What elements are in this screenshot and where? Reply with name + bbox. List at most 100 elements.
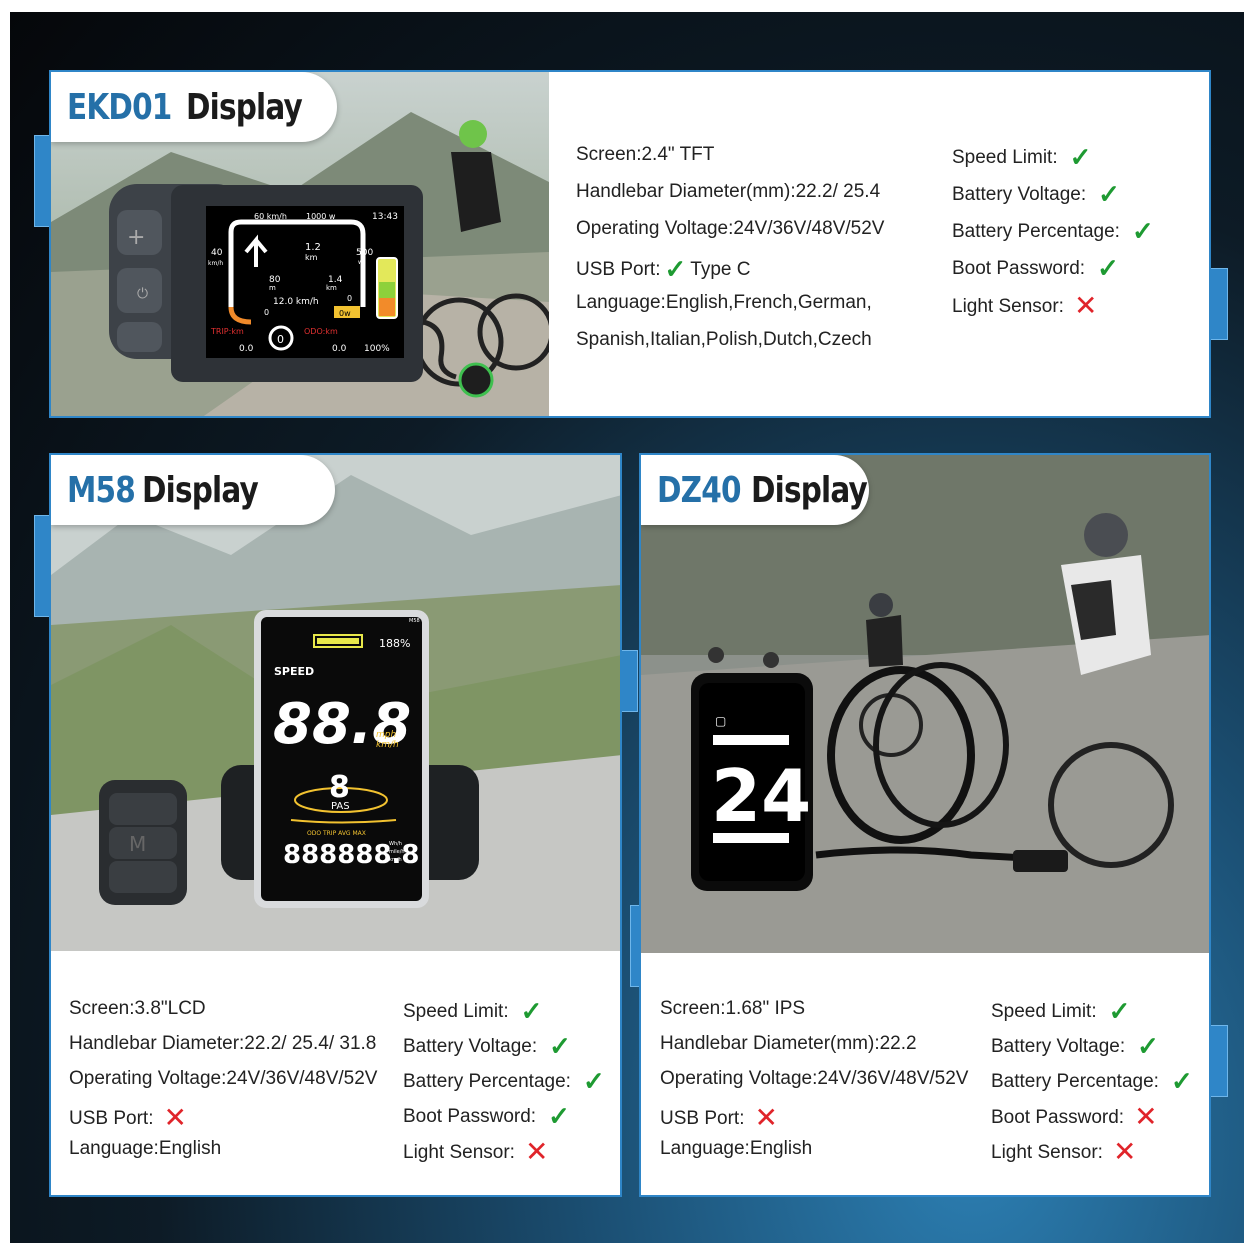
feature-label: Boot Password: bbox=[403, 1105, 537, 1127]
check-icon: ✓ bbox=[1108, 996, 1131, 1026]
feature-label: Boot Password: bbox=[991, 1106, 1125, 1128]
m58-feature-battery-voltage: Battery Voltage: ✓ bbox=[403, 1033, 571, 1059]
svg-text:+: + bbox=[127, 225, 145, 250]
feature-label: Battery Percentage: bbox=[991, 1070, 1159, 1092]
feature-label: Light Sensor: bbox=[403, 1141, 515, 1163]
svg-text:▢: ▢ bbox=[715, 714, 726, 728]
ekd01-time: 13:43 bbox=[372, 212, 398, 222]
cross-icon: ✕ bbox=[1134, 1101, 1158, 1132]
m58-spec-voltage: Operating Voltage:24V/36V/48V/52V bbox=[69, 1068, 378, 1089]
ekd01-spec-language-cont: Spanish,Italian,Polish,Dutch,Czech bbox=[576, 329, 872, 350]
ekd01-title: EKD01 Display bbox=[51, 72, 337, 142]
dz40-usb-label: USB Port: bbox=[660, 1107, 745, 1129]
ekd01-title-word: Display bbox=[186, 86, 303, 128]
cross-icon: ✕ bbox=[1073, 290, 1098, 321]
m58-spec-handlebar: Handlebar Diameter:22.2/ 25.4/ 31.8 bbox=[69, 1033, 377, 1054]
dz40-model-name: DZ40 bbox=[657, 469, 742, 511]
feature-label: Battery Percentage: bbox=[403, 1070, 571, 1092]
m58-speed-unit1: mph bbox=[376, 730, 396, 740]
ekd01-dist1-unit: km bbox=[305, 253, 318, 262]
feature-label: Light Sensor: bbox=[991, 1141, 1103, 1163]
m58-feature-speed-limit: Speed Limit: ✓ bbox=[403, 998, 542, 1024]
ekd01-feature-battery-voltage: Battery Voltage: ✓ bbox=[952, 181, 1120, 207]
dz40-feature-light-sensor: Light Sensor: ✕ bbox=[991, 1138, 1136, 1166]
ekd01-trip-label: TRIP:km bbox=[210, 327, 244, 336]
dz40-feature-speed-limit: Speed Limit: ✓ bbox=[991, 998, 1130, 1024]
ekd01-card: + ⏻ 60 km/h 1000 w 13:43 40 km/h 1.2 km … bbox=[49, 70, 1211, 418]
ekd01-zero-left: 0 bbox=[264, 308, 269, 317]
ekd01-power: 1000 w bbox=[306, 212, 336, 221]
dz40-spec-screen: Screen:1.68" IPS bbox=[660, 998, 806, 1019]
feature-label: Battery Voltage: bbox=[403, 1035, 538, 1057]
ekd01-trip: 0.0 bbox=[239, 344, 254, 354]
ekd01-usb-suffix: Type C bbox=[690, 258, 751, 280]
check-icon: ✓ bbox=[548, 1101, 570, 1131]
check-icon: ✓ bbox=[1069, 142, 1092, 172]
ekd01-odo-label: ODO:km bbox=[304, 327, 338, 336]
ekd01-speed-limit: 60 km/h bbox=[254, 212, 287, 221]
ekd01-dist1: 1.2 bbox=[305, 242, 321, 253]
ekd01-battery: 100% bbox=[364, 344, 390, 354]
m58-odo-labels: ODO TRIP AVG MAX bbox=[307, 830, 366, 837]
ekd01-assist: 0 bbox=[277, 333, 284, 346]
cross-icon: ✕ bbox=[163, 1102, 187, 1133]
dz40-feature-boot-password: Boot Password: ✕ bbox=[991, 1103, 1158, 1131]
svg-text:⏻: ⏻ bbox=[137, 286, 148, 302]
feature-label: Boot Password: bbox=[952, 257, 1086, 279]
ekd01-spec-screen: Screen:2.4" TFT bbox=[576, 144, 715, 165]
feature-label: Speed Limit: bbox=[403, 1000, 509, 1022]
m58-feature-battery-percentage: Battery Percentage: ✓ bbox=[403, 1068, 605, 1094]
ekd01-right-val: 500 bbox=[356, 248, 373, 258]
check-icon: ✓ bbox=[520, 996, 543, 1026]
ekd01-left-val: 40 bbox=[211, 248, 223, 258]
m58-usb-label: USB Port: bbox=[69, 1107, 154, 1129]
check-icon: ✓ bbox=[582, 1066, 605, 1096]
m58-title-word: Display bbox=[141, 469, 259, 511]
check-icon: ✓ bbox=[1137, 1031, 1159, 1061]
ekd01-spec-language: Language:English,French,German, bbox=[576, 292, 872, 313]
dz40-spec-language: Language:English bbox=[660, 1138, 813, 1159]
ekd01-watts: 0w bbox=[339, 309, 351, 318]
m58-spec-screen: Screen:3.8"LCD bbox=[69, 998, 206, 1019]
side-tab bbox=[620, 650, 638, 712]
side-tab bbox=[1210, 268, 1228, 340]
dz40-title-word: Display bbox=[751, 469, 868, 511]
m58-model-tag: M58 bbox=[409, 618, 420, 624]
m58-speed-label: SPEED bbox=[274, 665, 314, 678]
m58-card: M M58 188% SPEED 88.8 mph km/h 8 PAS ODO… bbox=[49, 453, 622, 1197]
m58-feature-light-sensor: Light Sensor: ✕ bbox=[403, 1138, 548, 1166]
m58-model-name: M58 bbox=[67, 469, 136, 511]
m58-odo-unit3: km/h bbox=[389, 857, 402, 863]
ekd01-feature-speed-limit: Speed Limit: ✓ bbox=[952, 144, 1091, 170]
feature-label: Battery Voltage: bbox=[991, 1035, 1126, 1057]
m58-odo-unit2: mile/h bbox=[389, 849, 405, 855]
dz40-card: ▢ 24 DZ40 Display Screen:1.68" IPS Handl… bbox=[639, 453, 1211, 1197]
cross-icon: ✕ bbox=[754, 1102, 778, 1133]
m58-feature-boot-password: Boot Password: ✓ bbox=[403, 1103, 570, 1129]
m58-spec-usb: USB Port: ✕ bbox=[69, 1104, 187, 1132]
ekd01-left-unit: km/h bbox=[208, 260, 223, 267]
ekd01-feature-battery-percentage: Battery Percentage: ✓ bbox=[952, 218, 1154, 244]
ekd01-spec-voltage: Operating Voltage:24V/36V/48V/52V bbox=[576, 218, 885, 239]
check-icon: ✓ bbox=[1098, 179, 1120, 209]
check-icon: ✓ bbox=[549, 1031, 571, 1061]
dz40-speed: 24 bbox=[711, 754, 811, 838]
m58-spec-language: Language:English bbox=[69, 1138, 222, 1159]
feature-label: Speed Limit: bbox=[991, 1000, 1097, 1022]
m58-odo-unit1: Wh/h bbox=[389, 841, 402, 847]
ekd01-dist2-unit: m bbox=[269, 284, 276, 292]
ekd01-zero-right: 0 bbox=[347, 294, 352, 303]
m58-title: M58 Display bbox=[51, 455, 335, 525]
check-icon: ✓ bbox=[1131, 216, 1154, 246]
m58-speed-unit2: km/h bbox=[376, 740, 399, 750]
m58-photo: M M58 188% SPEED 88.8 mph km/h 8 PAS ODO… bbox=[51, 455, 620, 951]
side-tab bbox=[1210, 1025, 1228, 1097]
ekd01-feature-boot-password: Boot Password: ✓ bbox=[952, 255, 1119, 281]
dz40-title: DZ40 Display bbox=[641, 455, 869, 525]
ekd01-right-unit: w bbox=[358, 259, 363, 266]
dz40-spec-voltage: Operating Voltage:24V/36V/48V/52V bbox=[660, 1068, 969, 1089]
check-icon: ✓ bbox=[1170, 1066, 1193, 1096]
feature-label: Light Sensor: bbox=[952, 295, 1064, 317]
dz40-photo: ▢ 24 bbox=[641, 455, 1209, 953]
m58-pas-label: PAS bbox=[331, 801, 350, 812]
